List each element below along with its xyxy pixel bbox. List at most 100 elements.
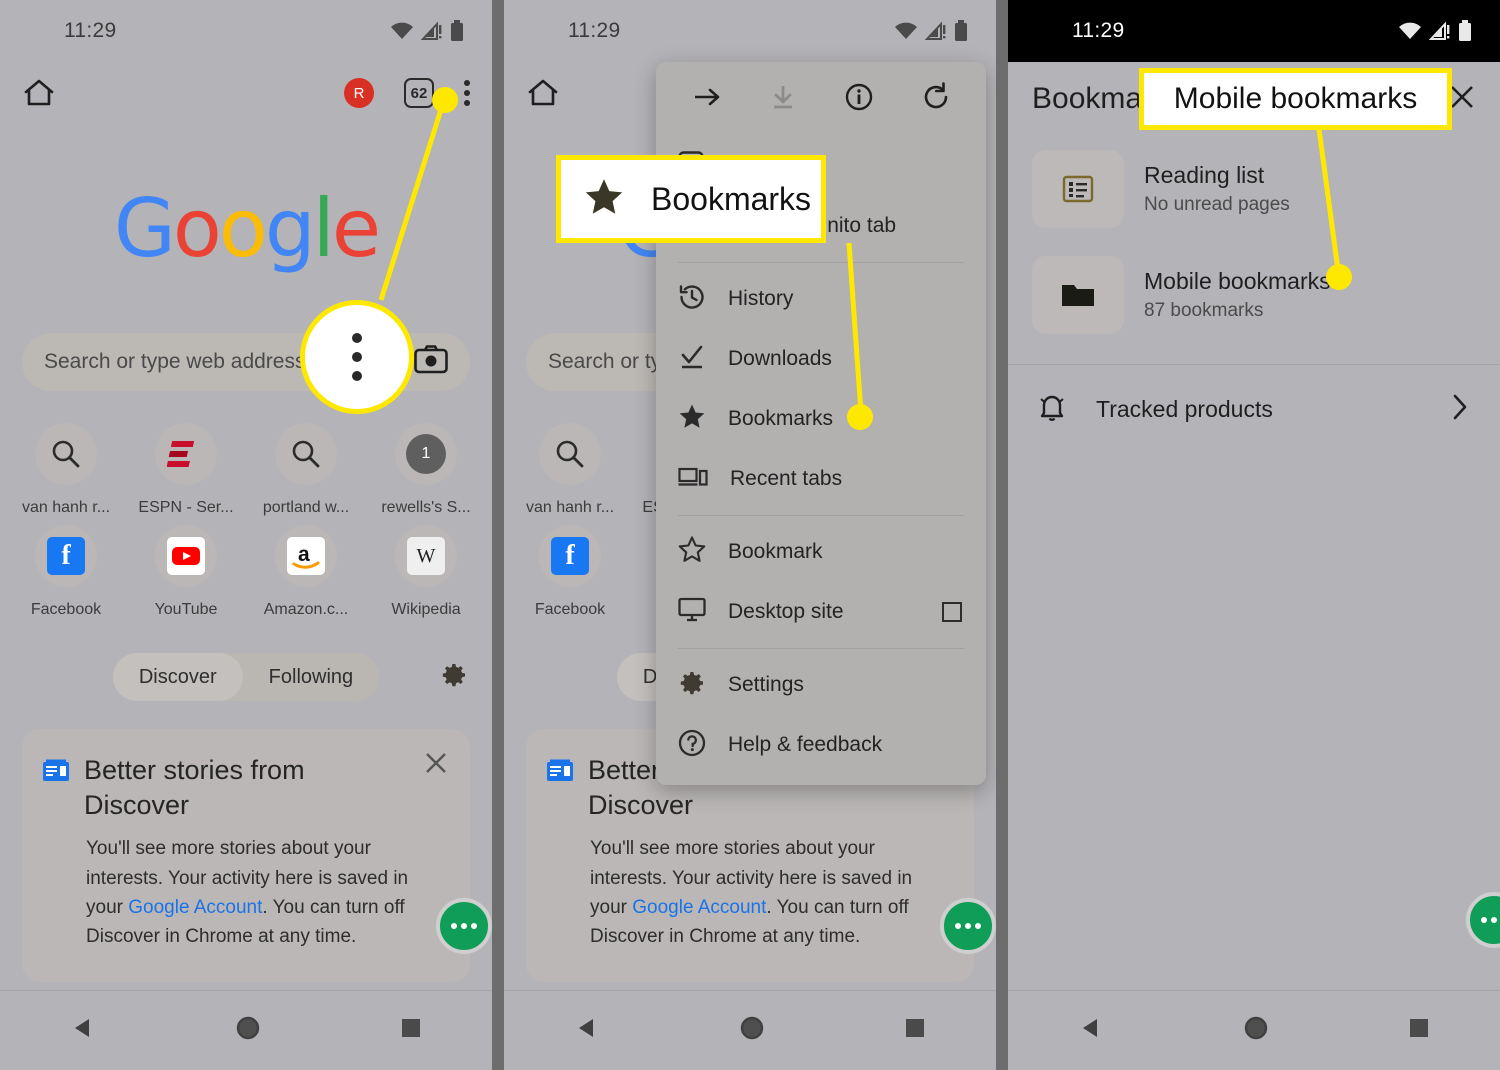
help-icon xyxy=(678,729,706,762)
status-icons xyxy=(1398,20,1472,42)
shortcut-label: Amazon.c... xyxy=(263,601,349,618)
chevron-right-icon[interactable] xyxy=(1450,393,1470,426)
shortcut-tile[interactable]: 1 rewells's S... xyxy=(366,423,486,517)
shortcut-tile[interactable]: W Wikipedia xyxy=(366,525,486,619)
menu-item-bookmarks[interactable]: Bookmarks xyxy=(656,389,986,449)
youtube-glyph xyxy=(167,537,205,575)
shortcut-tile[interactable]: f Facebook xyxy=(6,525,126,619)
recents-square-icon[interactable] xyxy=(400,1017,422,1044)
battery-icon xyxy=(450,20,464,42)
row-title: Mobile bookmarks xyxy=(1144,268,1331,294)
back-triangle-icon[interactable] xyxy=(1078,1015,1104,1046)
shortcut-tile[interactable]: ESPN - Ser... xyxy=(126,423,246,517)
google-logo: Google xyxy=(0,182,492,275)
back-triangle-icon[interactable] xyxy=(70,1015,96,1046)
bookmark-row-mobile-bookmarks[interactable]: Mobile bookmarks 87 bookmarks xyxy=(1008,242,1500,348)
shortcut-tile[interactable]: a Amazon.c... xyxy=(246,525,366,619)
menu-item-label: History xyxy=(728,287,794,310)
row-subtitle: No unread pages xyxy=(1144,194,1290,215)
battery-icon xyxy=(1458,20,1472,42)
back-triangle-icon[interactable] xyxy=(574,1015,600,1046)
status-bar: 11:29 xyxy=(0,0,492,62)
android-nav-bar xyxy=(0,990,492,1070)
menu-item-settings[interactable]: Settings xyxy=(656,655,986,715)
folder-icon xyxy=(1032,256,1124,334)
shortcut-label: Wikipedia xyxy=(391,601,461,618)
status-time: 11:29 xyxy=(64,19,117,42)
wikipedia-logo-icon: W xyxy=(395,525,457,587)
callout-label: Bookmarks xyxy=(651,180,812,217)
google-account-link[interactable]: Google Account xyxy=(128,897,262,918)
bookmark-row-reading-list[interactable]: Reading list No unread pages xyxy=(1008,136,1500,242)
menu-item-bookmark[interactable]: Bookmark xyxy=(656,522,986,582)
logo-letter: e xyxy=(331,182,381,275)
callout-three-dot-menu xyxy=(300,300,414,414)
avatar[interactable]: R xyxy=(344,78,374,108)
shortcut-tiles: van hanh r... ESPN - Ser... portland w..… xyxy=(0,423,492,619)
shortcut-label: Facebook xyxy=(30,601,102,618)
home-circle-icon[interactable] xyxy=(1243,1015,1269,1046)
home-icon[interactable] xyxy=(22,76,56,110)
card-body: You'll see more stories about your inter… xyxy=(590,834,948,952)
camera-icon[interactable] xyxy=(414,344,448,380)
menu-item-recent-tabs[interactable]: Recent tabs xyxy=(656,449,986,509)
shortcut-tile[interactable]: van hanh r... xyxy=(6,423,126,517)
three-dot-menu-icon xyxy=(352,333,362,381)
gear-icon xyxy=(678,669,706,702)
menu-item-desktop-site[interactable]: Desktop site xyxy=(656,582,986,642)
menu-divider xyxy=(678,648,964,649)
shortcut-label: rewells's S... xyxy=(381,499,471,516)
floating-action-button[interactable] xyxy=(1466,892,1500,948)
recents-square-icon[interactable] xyxy=(904,1017,926,1044)
home-circle-icon[interactable] xyxy=(739,1015,765,1046)
three-dot-menu-icon[interactable] xyxy=(464,80,470,106)
battery-icon xyxy=(954,20,968,42)
gear-icon[interactable] xyxy=(440,661,468,694)
status-icons xyxy=(894,20,968,42)
feed-tab-row: Discover Following xyxy=(0,653,492,701)
google-account-link[interactable]: Google Account xyxy=(632,897,766,918)
wifi-icon xyxy=(1398,21,1422,41)
menu-item-label: Bookmark xyxy=(728,540,823,563)
bookmark-row-text: Reading list No unread pages xyxy=(1144,162,1290,216)
star-filled-icon xyxy=(678,403,706,435)
floating-action-button[interactable] xyxy=(436,897,492,954)
highlight-dot xyxy=(847,404,873,430)
tab-following[interactable]: Following xyxy=(243,653,379,701)
amazon-logo-icon: a xyxy=(275,525,337,587)
search-icon xyxy=(275,423,337,485)
tracked-products-row[interactable]: Tracked products xyxy=(1008,365,1500,454)
shortcut-label: Facebook xyxy=(534,601,606,618)
shortcut-tile[interactable]: van hanh r... xyxy=(510,423,630,517)
close-icon[interactable] xyxy=(1448,83,1476,116)
star-filled-icon xyxy=(583,177,625,222)
search-icon xyxy=(35,423,97,485)
forward-arrow-icon[interactable] xyxy=(692,84,722,115)
tab-counter[interactable]: 62 xyxy=(404,78,434,108)
menu-item-help-feedback[interactable]: Help & feedback xyxy=(656,715,986,775)
badge-1-icon: 1 xyxy=(395,423,457,485)
tab-discover[interactable]: Discover xyxy=(112,653,243,701)
menu-item-label: Bookmarks xyxy=(728,407,834,430)
page-info-icon[interactable] xyxy=(844,82,874,117)
floating-action-button[interactable] xyxy=(940,897,996,954)
status-time: 11:29 xyxy=(1072,19,1125,42)
menu-item-history[interactable]: History xyxy=(656,269,986,329)
shortcut-tile[interactable]: YouTube xyxy=(126,525,246,619)
ntp-toolbar: R 62 xyxy=(0,62,492,124)
search-icon xyxy=(539,423,601,485)
logo-letter: l xyxy=(312,182,335,275)
card-body: You'll see more stories about your inter… xyxy=(86,834,444,952)
shortcut-tile[interactable]: f Facebook xyxy=(510,525,630,619)
panel-divider xyxy=(492,0,504,1070)
close-icon[interactable] xyxy=(424,751,448,780)
recents-square-icon[interactable] xyxy=(1408,1017,1430,1044)
menu-item-downloads[interactable]: Downloads xyxy=(656,329,986,389)
shortcut-tile[interactable]: portland w... xyxy=(246,423,366,517)
home-icon[interactable] xyxy=(526,76,560,110)
desktop-site-checkbox[interactable] xyxy=(942,602,962,622)
reload-icon[interactable] xyxy=(921,81,951,117)
home-circle-icon[interactable] xyxy=(235,1015,261,1046)
bell-icon xyxy=(1036,391,1068,428)
download-icon[interactable] xyxy=(769,83,797,116)
